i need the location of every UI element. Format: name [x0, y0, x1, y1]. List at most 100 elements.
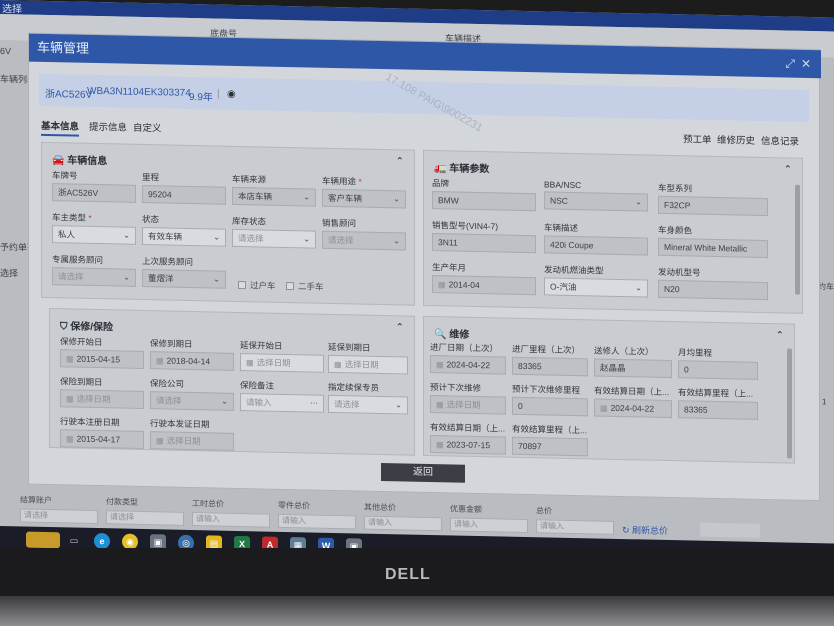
brand-input[interactable]: BMW: [432, 191, 536, 212]
calendar-icon: ▦: [66, 394, 74, 404]
warranty-title-text: 保修/保险: [70, 321, 114, 334]
summary-vehicle-age: 9.9年: [189, 91, 213, 104]
next-service-date-input[interactable]: ▦ 选择日期: [430, 395, 506, 415]
info-records-link[interactable]: 信息记录: [761, 133, 799, 148]
transferred-car-checkbox[interactable]: 过户车: [238, 279, 276, 292]
vehicle-usage-select[interactable]: 客户车辆 ⌄: [322, 188, 406, 209]
engine-model-input[interactable]: N20: [658, 279, 768, 301]
collapse-chevron-icon[interactable]: ⌃: [396, 156, 404, 167]
last-entry-date-input[interactable]: ▦ 2024-04-22: [430, 355, 506, 375]
mileage-input[interactable]: 95204: [142, 184, 226, 205]
field-label: 发动机型号: [658, 266, 701, 278]
more-icon[interactable]: ⋯: [310, 395, 318, 411]
sales-model-input[interactable]: 3N11: [432, 233, 536, 254]
last-entry-date-field: 进厂日期（上次） ▦ 2024-04-22: [430, 341, 506, 375]
field-label: 状态: [142, 213, 160, 225]
ext-warranty-end-field: 延保到期日 ▦ 选择日期: [328, 341, 408, 375]
labor-total-input[interactable]: 请输入: [192, 512, 270, 528]
next-service-mileage-input[interactable]: 0: [512, 396, 588, 417]
field-label: 月均里程: [678, 347, 713, 358]
field-label: 车辆描述: [544, 222, 579, 234]
warranty-start-input[interactable]: ▦ 2015-04-15: [60, 349, 144, 370]
label-text: 车辆用途: [322, 175, 357, 187]
task-view-icon[interactable]: ▭: [66, 532, 82, 548]
used-car-checkbox[interactable]: 二手车: [286, 280, 324, 293]
tab-custom[interactable]: 自定义: [133, 120, 162, 135]
insurance-note-input[interactable]: 请输入 ⋯: [240, 393, 324, 413]
parts-total-input[interactable]: 请输入: [278, 513, 356, 530]
vehicle-source-select[interactable]: 本店车辆 ⌄: [232, 186, 316, 207]
grand-total-input[interactable]: 请输入: [536, 519, 614, 535]
settlement-date-input[interactable]: ▦ 2024-04-22: [594, 398, 672, 419]
field-label: BBA/NSC: [544, 179, 582, 191]
dedicated-advisor-select[interactable]: 请选择 ⌄: [52, 267, 136, 287]
monthly-mileage-input[interactable]: 0: [678, 360, 758, 380]
bba-nsc-select[interactable]: NSC ⌄: [544, 191, 648, 212]
model-series-input[interactable]: F32CP: [658, 195, 768, 217]
shield-icon: ⛉: [60, 321, 71, 333]
mileage-field: 里程 95204: [142, 171, 226, 205]
settlement-account-select[interactable]: 请选择: [20, 508, 98, 525]
owner-type-select[interactable]: 私人 ⌄: [52, 225, 136, 245]
insurance-end-input[interactable]: ▦ 选择日期: [60, 389, 144, 410]
production-date-input[interactable]: ▦ 2014-04: [432, 275, 536, 296]
ext-warranty-start-input[interactable]: ▦ 选择日期: [240, 353, 324, 373]
background-left-item: 6V: [0, 46, 12, 57]
refresh-total-button[interactable]: ↻ 刷新总价: [622, 523, 668, 537]
pre-work-order-link[interactable]: 预工单: [683, 131, 712, 146]
eye-icon[interactable]: ◉: [227, 89, 236, 100]
next-service-mileage-field: 预计下次维修里程 0: [512, 383, 588, 417]
panel-scrollbar[interactable]: [787, 348, 792, 459]
sales-advisor-select[interactable]: 请选择 ⌄: [322, 230, 406, 251]
registration-date-input[interactable]: ▦ 2015-04-17: [60, 429, 144, 450]
insurance-company-select[interactable]: 请选择 ⌄: [150, 391, 234, 411]
payment-type-select[interactable]: 请选择: [106, 510, 184, 526]
settlement-date-field: 有效结算日期（上... ▦ 2024-04-22: [594, 384, 672, 419]
renewal-specialist-select[interactable]: 请选择 ⌄: [328, 394, 408, 415]
status-select[interactable]: 有效车辆 ⌄: [142, 226, 226, 247]
field-label: 车身颜色: [658, 224, 693, 236]
last-entry-mileage-field: 进厂里程（上次） 83365: [512, 343, 588, 377]
vehicle-desc-input[interactable]: 420i Coupe: [544, 235, 648, 256]
calendar-icon: ▦: [436, 360, 444, 370]
field-label: 销售型号(VIN4-7): [432, 220, 499, 232]
stock-status-select[interactable]: 请选择 ⌄: [232, 228, 316, 249]
date-placeholder: 选择日期: [76, 393, 111, 405]
warranty-end-input[interactable]: ▦ 2018-04-14: [150, 351, 234, 371]
background-button[interactable]: [700, 522, 760, 538]
license-issue-date-input[interactable]: ▦ 选择日期: [150, 431, 234, 451]
repair-history-link[interactable]: 维修历史: [717, 132, 755, 147]
tab-basic-info[interactable]: 基本信息: [41, 117, 80, 137]
fuel-type-select[interactable]: O-汽油 ⌄: [544, 277, 648, 298]
vehicle-info-panel: 🚘 车辆信息 ⌃ 车牌号 浙AC526V 里程 95204 车辆来源 本店车辆 ⌄…: [41, 141, 415, 306]
ext-warranty-end-input[interactable]: ▦ 选择日期: [328, 354, 408, 375]
body-color-input[interactable]: Mineral White Metallic: [658, 237, 768, 259]
flowers-widget-icon[interactable]: [26, 531, 60, 549]
vehicle-summary-bar: 浙AC526V WBA3N1104EK303374 9.9年 | ◉ 17.10…: [39, 71, 809, 134]
prev-settlement-mileage-input[interactable]: 70897: [512, 436, 588, 457]
last-entry-mileage-input[interactable]: 83365: [512, 356, 588, 377]
discount-input[interactable]: 请输入: [450, 517, 528, 534]
close-icon[interactable]: ✕: [801, 50, 811, 78]
last-sender-input[interactable]: 赵晶晶: [594, 358, 672, 379]
checkbox-box: [238, 280, 246, 290]
prev-settlement-date-input[interactable]: ▦ 2023-07-15: [430, 435, 506, 455]
chevron-down-icon: ⌄: [123, 230, 130, 240]
settlement-mileage-input[interactable]: 83365: [678, 400, 758, 420]
maximize-icon[interactable]: ⤢: [785, 49, 795, 77]
plate-input[interactable]: 浙AC526V: [52, 183, 136, 203]
collapse-chevron-icon[interactable]: ⌃: [776, 330, 784, 341]
other-total-input[interactable]: 请输入: [364, 515, 442, 532]
edge-browser-icon[interactable]: e: [94, 532, 110, 550]
collapse-chevron-icon[interactable]: ⌃: [396, 322, 404, 333]
last-advisor-select[interactable]: 董熠洋 ⌄: [142, 268, 226, 289]
collapse-chevron-icon[interactable]: ⌃: [784, 164, 792, 175]
return-button[interactable]: 返回: [381, 462, 465, 483]
panel-scrollbar[interactable]: [795, 184, 800, 295]
chevron-down-icon: ⌄: [303, 234, 310, 244]
tab-hint-info[interactable]: 提示信息: [89, 119, 127, 134]
vehicle-desc-field: 车辆描述 420i Coupe: [544, 221, 648, 256]
background-left-item[interactable]: 选择: [0, 266, 18, 279]
field-label: 有效结算里程（上...: [678, 387, 754, 399]
status-field: 状态 有效车辆 ⌄: [142, 213, 226, 247]
